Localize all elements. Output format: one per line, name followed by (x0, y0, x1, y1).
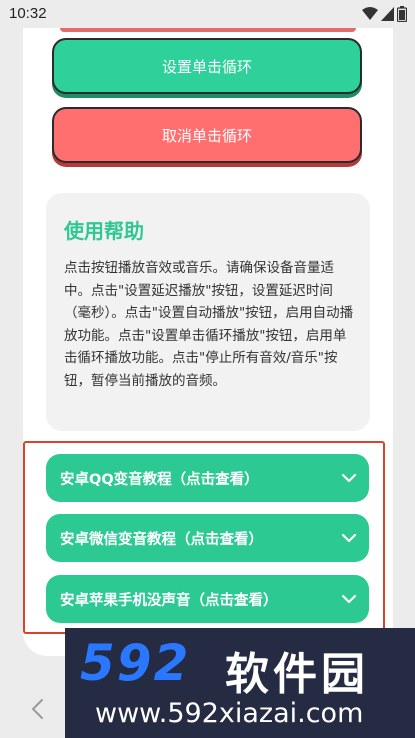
help-body: 点击按钮播放音效或音乐。请确保设备音量适中。点击"设置延迟播放"按钮，设置延迟时… (64, 260, 354, 389)
watermark-url: www.592xiazai.com (95, 698, 364, 729)
accordion-label: 安卓苹果手机没声音（点击查看） (60, 592, 278, 609)
set-click-loop-button[interactable]: 设置单击循环 (52, 38, 362, 94)
battery-icon (397, 6, 407, 22)
help-title: 使用帮助 (64, 219, 144, 243)
status-time: 10:32 (9, 5, 47, 22)
watermark-brand: 软件园 (225, 649, 369, 700)
signal-icon (381, 7, 394, 21)
cancel-click-loop-button[interactable]: 取消单击循环 (52, 107, 362, 163)
help-panel: 使用帮助 点击按钮播放音效或音乐。请确保设备音量适中。点击"设置延迟播放"按钮，… (46, 193, 370, 431)
back-arrow-icon[interactable] (30, 698, 44, 720)
wifi-icon (362, 7, 378, 20)
accordion-phone-no-sound[interactable]: 安卓苹果手机没声音（点击查看） (46, 575, 369, 623)
watermark-banner: 592 软件园 www.592xiazai.com (65, 628, 415, 738)
watermark-logo: 592 (80, 634, 191, 692)
status-icons (362, 6, 407, 22)
accordion-label: 安卓微信变音教程（点击查看） (60, 531, 263, 548)
accordion-qq-voice-tutorial[interactable]: 安卓QQ变音教程（点击查看） (46, 454, 369, 502)
status-bar: 10:32 (0, 0, 415, 28)
chevron-down-icon (341, 594, 357, 604)
accordion-label: 安卓QQ变音教程（点击查看） (60, 471, 259, 488)
chevron-down-icon (341, 473, 357, 483)
previous-button-edge (60, 28, 356, 32)
accordion-wechat-voice-tutorial[interactable]: 安卓微信变音教程（点击查看） (46, 514, 369, 562)
chevron-down-icon (341, 533, 357, 543)
